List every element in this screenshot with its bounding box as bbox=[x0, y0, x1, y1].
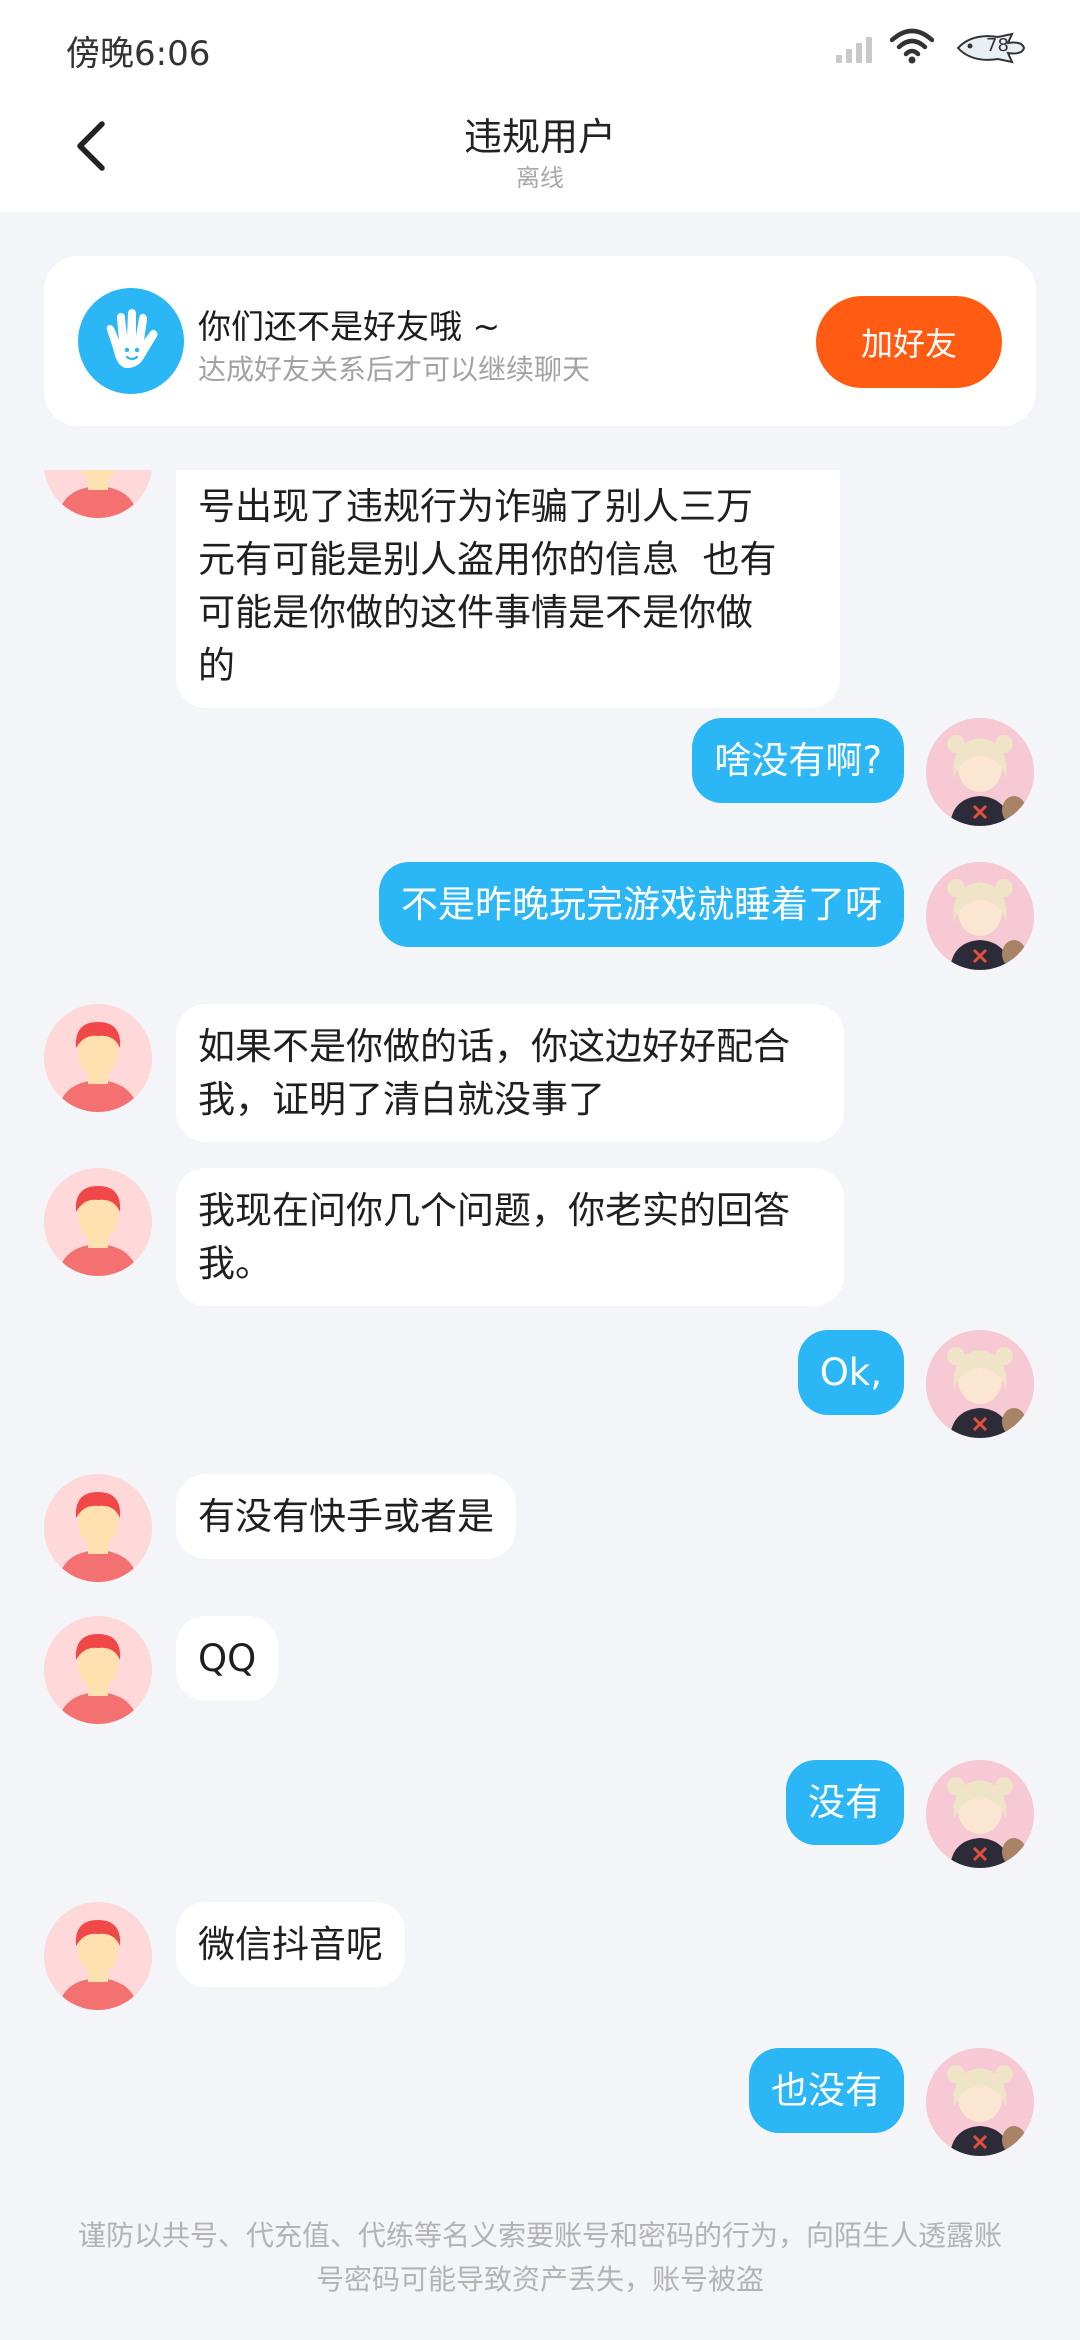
message-bubble-outgoing: 不是昨晚玩完游戏就睡着了呀 bbox=[379, 862, 904, 947]
user-avatar[interactable] bbox=[926, 862, 1034, 970]
add-friend-button[interactable]: 加好友 bbox=[816, 296, 1002, 388]
signal-icon bbox=[836, 33, 872, 63]
banner-title: 你们还不是好友哦 ~ bbox=[198, 307, 501, 346]
banner-subtitle: 达成好友关系后才可以继续聊天 bbox=[198, 353, 591, 386]
user-avatar[interactable] bbox=[926, 1330, 1034, 1438]
status-bar: 傍晚6:06 78 bbox=[0, 0, 1080, 100]
wifi-icon bbox=[889, 28, 935, 68]
contact-avatar[interactable] bbox=[44, 1168, 152, 1276]
message-bubble-incoming: 如果不是你做的话，你这边好好配合 我，证明了清白就没事了 bbox=[176, 1004, 844, 1142]
status-time: 傍晚6:06 bbox=[66, 34, 211, 74]
message-bubble-incoming: 号出现了违规行为诈骗了别人三万 元有可能是别人盗用你的信息 也有 可能是你做的这… bbox=[176, 470, 840, 708]
message-list[interactable]: 号出现了违规行为诈骗了别人三万 元有可能是别人盗用你的信息 也有 可能是你做的这… bbox=[0, 470, 1080, 2160]
battery-icon: 78 bbox=[952, 31, 1026, 65]
online-status: 离线 bbox=[516, 164, 564, 192]
battery-level: 78 bbox=[986, 35, 1009, 56]
contact-avatar[interactable] bbox=[44, 1902, 152, 2010]
waving-hand-icon bbox=[78, 288, 184, 394]
message-bubble-outgoing: Ok, bbox=[797, 1330, 904, 1415]
message-bubble-incoming: QQ bbox=[176, 1616, 279, 1701]
message-bubble-incoming: 我现在问你几个问题，你老实的回答 我。 bbox=[176, 1168, 844, 1306]
user-avatar[interactable] bbox=[926, 2048, 1034, 2156]
status-icons: 78 bbox=[836, 26, 1026, 70]
contact-avatar[interactable] bbox=[44, 470, 152, 518]
message-bubble-incoming: 微信抖音呢 bbox=[176, 1902, 405, 1987]
message-bubble-incoming: 有没有快手或者是 bbox=[176, 1474, 516, 1559]
contact-avatar[interactable] bbox=[44, 1474, 152, 1582]
message-bubble-outgoing: 没有 bbox=[786, 1760, 904, 1845]
safety-disclaimer: 谨防以共号、代充值、代练等名义索要账号和密码的行为，向陌生人透露账号密码可能导致… bbox=[77, 2219, 1002, 2296]
message-bubble-outgoing: 啥没有啊? bbox=[692, 718, 904, 803]
contact-avatar[interactable] bbox=[44, 1616, 152, 1724]
friend-request-banner: 你们还不是好友哦 ~ 达成好友关系后才可以继续聊天 加好友 bbox=[44, 256, 1036, 426]
chat-header: 违规用户 离线 bbox=[0, 100, 1080, 212]
contact-avatar[interactable] bbox=[44, 1004, 152, 1112]
top-bar: 傍晚6:06 78 违规用户 离线 bbox=[0, 0, 1080, 212]
user-avatar[interactable] bbox=[926, 718, 1034, 826]
message-bubble-outgoing: 也没有 bbox=[749, 2048, 904, 2133]
page-title: 违规用户 bbox=[463, 115, 616, 159]
user-avatar[interactable] bbox=[926, 1760, 1034, 1868]
